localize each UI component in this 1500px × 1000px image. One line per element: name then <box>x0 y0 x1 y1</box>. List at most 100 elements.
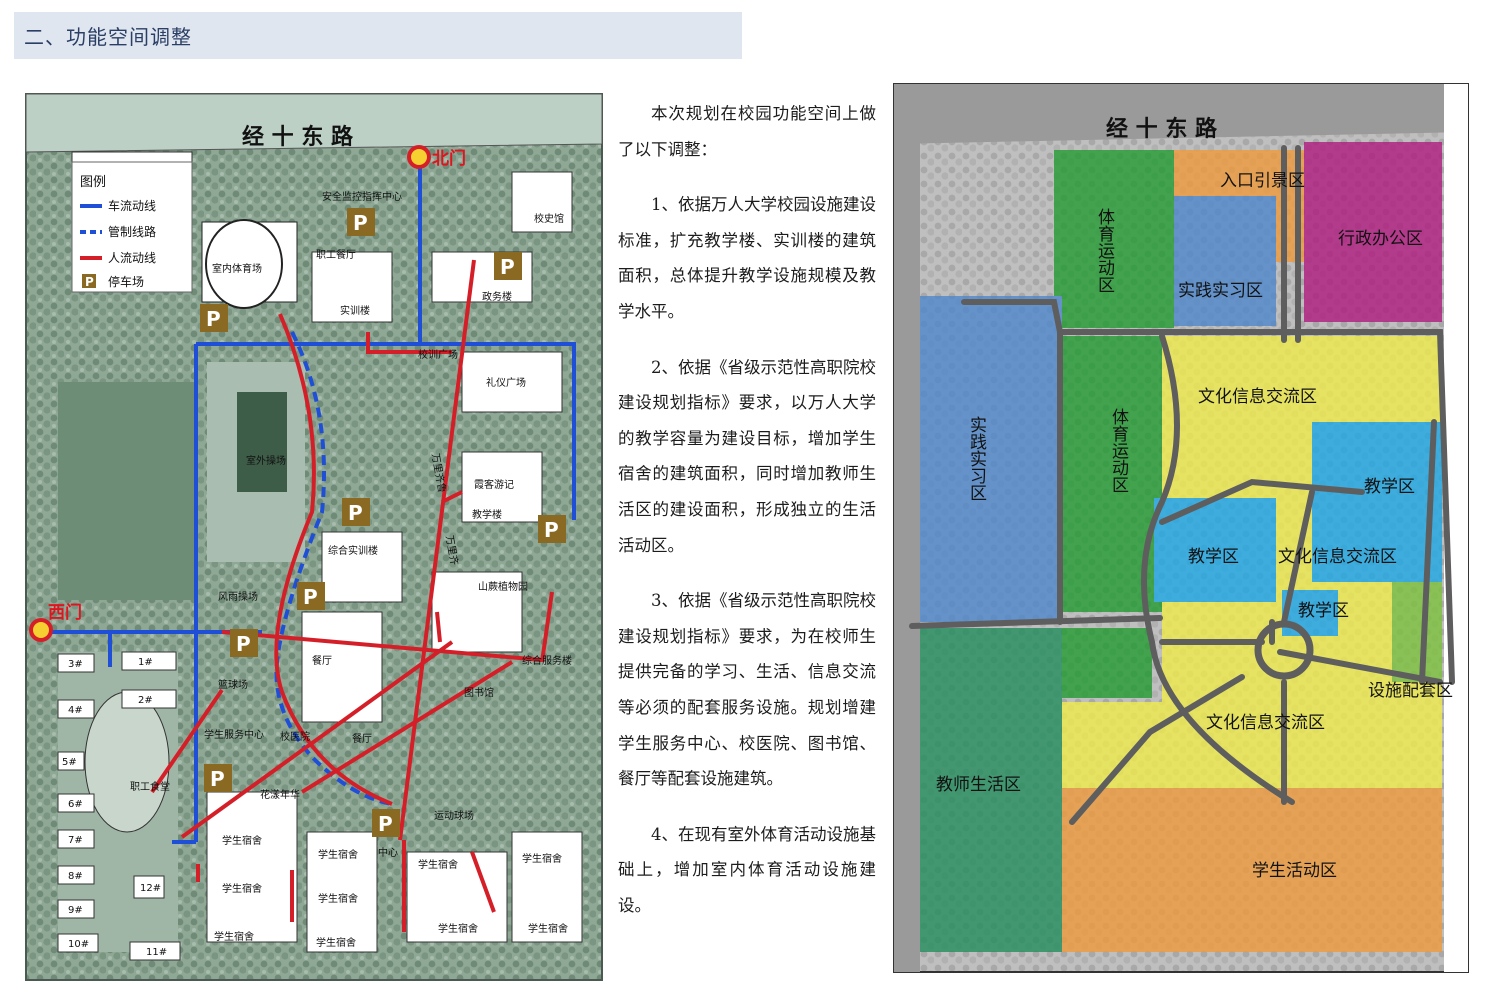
housing-4: 4# <box>68 705 83 716</box>
housing-3: 3# <box>68 659 83 670</box>
label-security: 安全监控指挥中心 <box>322 190 402 203</box>
label-indoor-gym: 室内体育场 <box>212 262 262 275</box>
zone-label-culture-north: 文化信息交流区 <box>1198 387 1317 407</box>
label-dorm-9: 学生宿舍 <box>522 852 562 865</box>
housing-1: 1# <box>138 657 153 668</box>
label-flower: 花漾年华 <box>260 788 300 801</box>
zone-label-sports-central: 体育运动区 <box>1108 408 1129 493</box>
label-admin-bldg: 政务楼 <box>482 290 512 303</box>
label-dorm-8: 学生宿舍 <box>438 922 478 935</box>
label-dorm-1: 学生宿舍 <box>222 834 262 847</box>
label-hospital: 校医院 <box>280 730 310 743</box>
housing-7: 7# <box>68 835 83 846</box>
svg-text:P: P <box>544 518 559 542</box>
zone-label-sports-north: 体育运动区 <box>1094 208 1115 293</box>
label-sports-field: 运动球场 <box>434 809 474 822</box>
legend-label-vehicle: 车流动线 <box>108 198 156 213</box>
zone-label-culture-central: 文化信息交流区 <box>1278 547 1397 567</box>
zoning-map-canvas: 经 十 东 路 入口引景区 行政办公区 实践实习区 文化信息交流区 教学区 教学… <box>892 82 1470 975</box>
label-teaching: 教学楼 <box>472 508 502 521</box>
label-dorm-6: 学生宿舍 <box>316 936 356 949</box>
legend-label-pedestrian: 人流动线 <box>108 251 156 265</box>
zone-label-facility: 设施配套区 <box>1368 681 1453 701</box>
housing-12: 12# <box>140 883 161 894</box>
zone-label-entrance: 入口引景区 <box>1220 171 1305 191</box>
label-canteen: 餐厅 <box>312 654 332 667</box>
zone-label-culture-south: 文化信息交流区 <box>1206 713 1325 733</box>
zone-sports-north <box>1054 150 1174 328</box>
label-plant-garden: 山蕨植物园 <box>478 580 528 593</box>
label-student-service: 学生服务中心 <box>204 728 264 741</box>
svg-text:P: P <box>378 812 393 836</box>
north-gate-label: 北门 <box>432 148 466 169</box>
paragraph-3: 3、依据《省级示范性高职院校建设规划指标》要求，为在校师生提供完备的学习、生活、… <box>618 591 876 789</box>
housing-10: 10# <box>68 939 89 950</box>
label-dorm-3: 学生宿舍 <box>214 930 254 943</box>
label-sports-court: 风雨操场 <box>218 590 258 603</box>
west-gate-label: 西门 <box>48 602 82 623</box>
svg-text:P: P <box>85 275 94 289</box>
zone-label-staff-living: 教师生活区 <box>936 775 1021 795</box>
section-header: 二、功能空间调整 <box>14 12 742 59</box>
label-canteen-2: 餐厅 <box>352 732 372 745</box>
description-text: 本次规划在校园功能空间上做了以下调整： 1、依据万人大学校园设施建设标准，扩充教… <box>618 96 876 943</box>
housing-6: 6# <box>68 799 83 810</box>
label-service: 综合服务楼 <box>522 654 572 667</box>
circulation-map-canvas: 经 十 东 路 图例 车流动线 管制线路 人流动线 P 停车场 北门 西门 P … <box>22 92 604 982</box>
zoning-map: 经 十 东 路 入口引景区 行政办公区 实践实习区 文化信息交流区 教学区 教学… <box>892 82 1470 975</box>
road-name-right: 经 十 东 路 <box>1106 116 1218 142</box>
label-zhongxin: 中心 <box>378 846 398 859</box>
zone-facility-lime <box>1392 582 1442 682</box>
zone-label-practice-west: 实践实习区 <box>966 416 987 501</box>
housing-11: 11# <box>146 947 167 958</box>
housing-2: 2# <box>138 695 153 706</box>
parking-icon: P <box>82 274 96 289</box>
housing-5: 5# <box>62 757 77 768</box>
zone-practice-west <box>920 296 1062 622</box>
label-training-square: 校训广场 <box>418 348 458 361</box>
north-gate-marker: 北门 <box>407 145 466 169</box>
label-tower-note: 霞客游记 <box>474 478 514 491</box>
label-training: 实训楼 <box>340 304 370 317</box>
svg-text:P: P <box>353 211 368 235</box>
label-dorm-7: 学生宿舍 <box>418 858 458 871</box>
circulation-map: 经 十 东 路 图例 车流动线 管制线路 人流动线 P 停车场 北门 西门 P … <box>22 92 604 982</box>
svg-text:P: P <box>210 767 225 791</box>
label-dorm-2: 学生宿舍 <box>222 882 262 895</box>
zone-basketball <box>1062 628 1152 698</box>
label-dorm-5: 学生宿舍 <box>318 892 358 905</box>
label-staff-canteen: 职工餐厅 <box>316 248 356 261</box>
label-dorm-10: 学生宿舍 <box>528 922 568 935</box>
label-ceremony: 礼仪广场 <box>486 376 526 389</box>
zone-label-practice-north: 实践实习区 <box>1178 281 1263 301</box>
zone-culture-south <box>1062 702 1172 802</box>
svg-text:P: P <box>303 585 318 609</box>
housing-9: 9# <box>68 905 83 916</box>
svg-text:P: P <box>236 632 251 656</box>
svg-text:P: P <box>206 307 221 331</box>
label-history-museum: 校史馆 <box>534 212 564 225</box>
section-title: 二、功能空间调整 <box>24 25 192 49</box>
svg-text:P: P <box>348 501 363 525</box>
legend-label-controlled: 管制线路 <box>108 224 156 239</box>
legend-title: 图例 <box>80 175 106 190</box>
legend-label-parking: 停车场 <box>108 274 144 289</box>
housing-8: 8# <box>68 871 83 882</box>
zone-label-teaching-south: 教学区 <box>1298 601 1349 621</box>
paragraph-4: 4、在现有室外体育活动设施基础上，增加室内体育活动设施建设。 <box>618 824 876 915</box>
paragraph-intro: 本次规划在校园功能空间上做了以下调整： <box>618 104 876 159</box>
paragraph-2: 2、依据《省级示范性高职院校建设规划指标》要求，以万人大学的教学容量为建设目标，… <box>618 357 876 555</box>
svg-text:P: P <box>500 255 515 279</box>
zone-practice-north <box>1174 196 1276 326</box>
label-basketball: 篮球场 <box>218 678 248 691</box>
label-library: 图书馆 <box>464 686 494 699</box>
road-name: 经 十 东 路 <box>242 124 354 150</box>
label-staff-canteen2: 职工食堂 <box>130 780 170 793</box>
zone-label-teaching-west: 教学区 <box>1188 547 1239 567</box>
zone-label-teaching-east: 教学区 <box>1364 477 1415 497</box>
label-comprehensive: 综合实训楼 <box>328 544 378 557</box>
paragraph-1: 1、依据万人大学校园设施建设标准，扩充教学楼、实训楼的建筑面积，总体提升教学设施… <box>618 195 876 321</box>
zone-label-student-activity: 学生活动区 <box>1252 861 1337 881</box>
label-dorm-4: 学生宿舍 <box>318 848 358 861</box>
zone-label-admin: 行政办公区 <box>1338 229 1423 249</box>
